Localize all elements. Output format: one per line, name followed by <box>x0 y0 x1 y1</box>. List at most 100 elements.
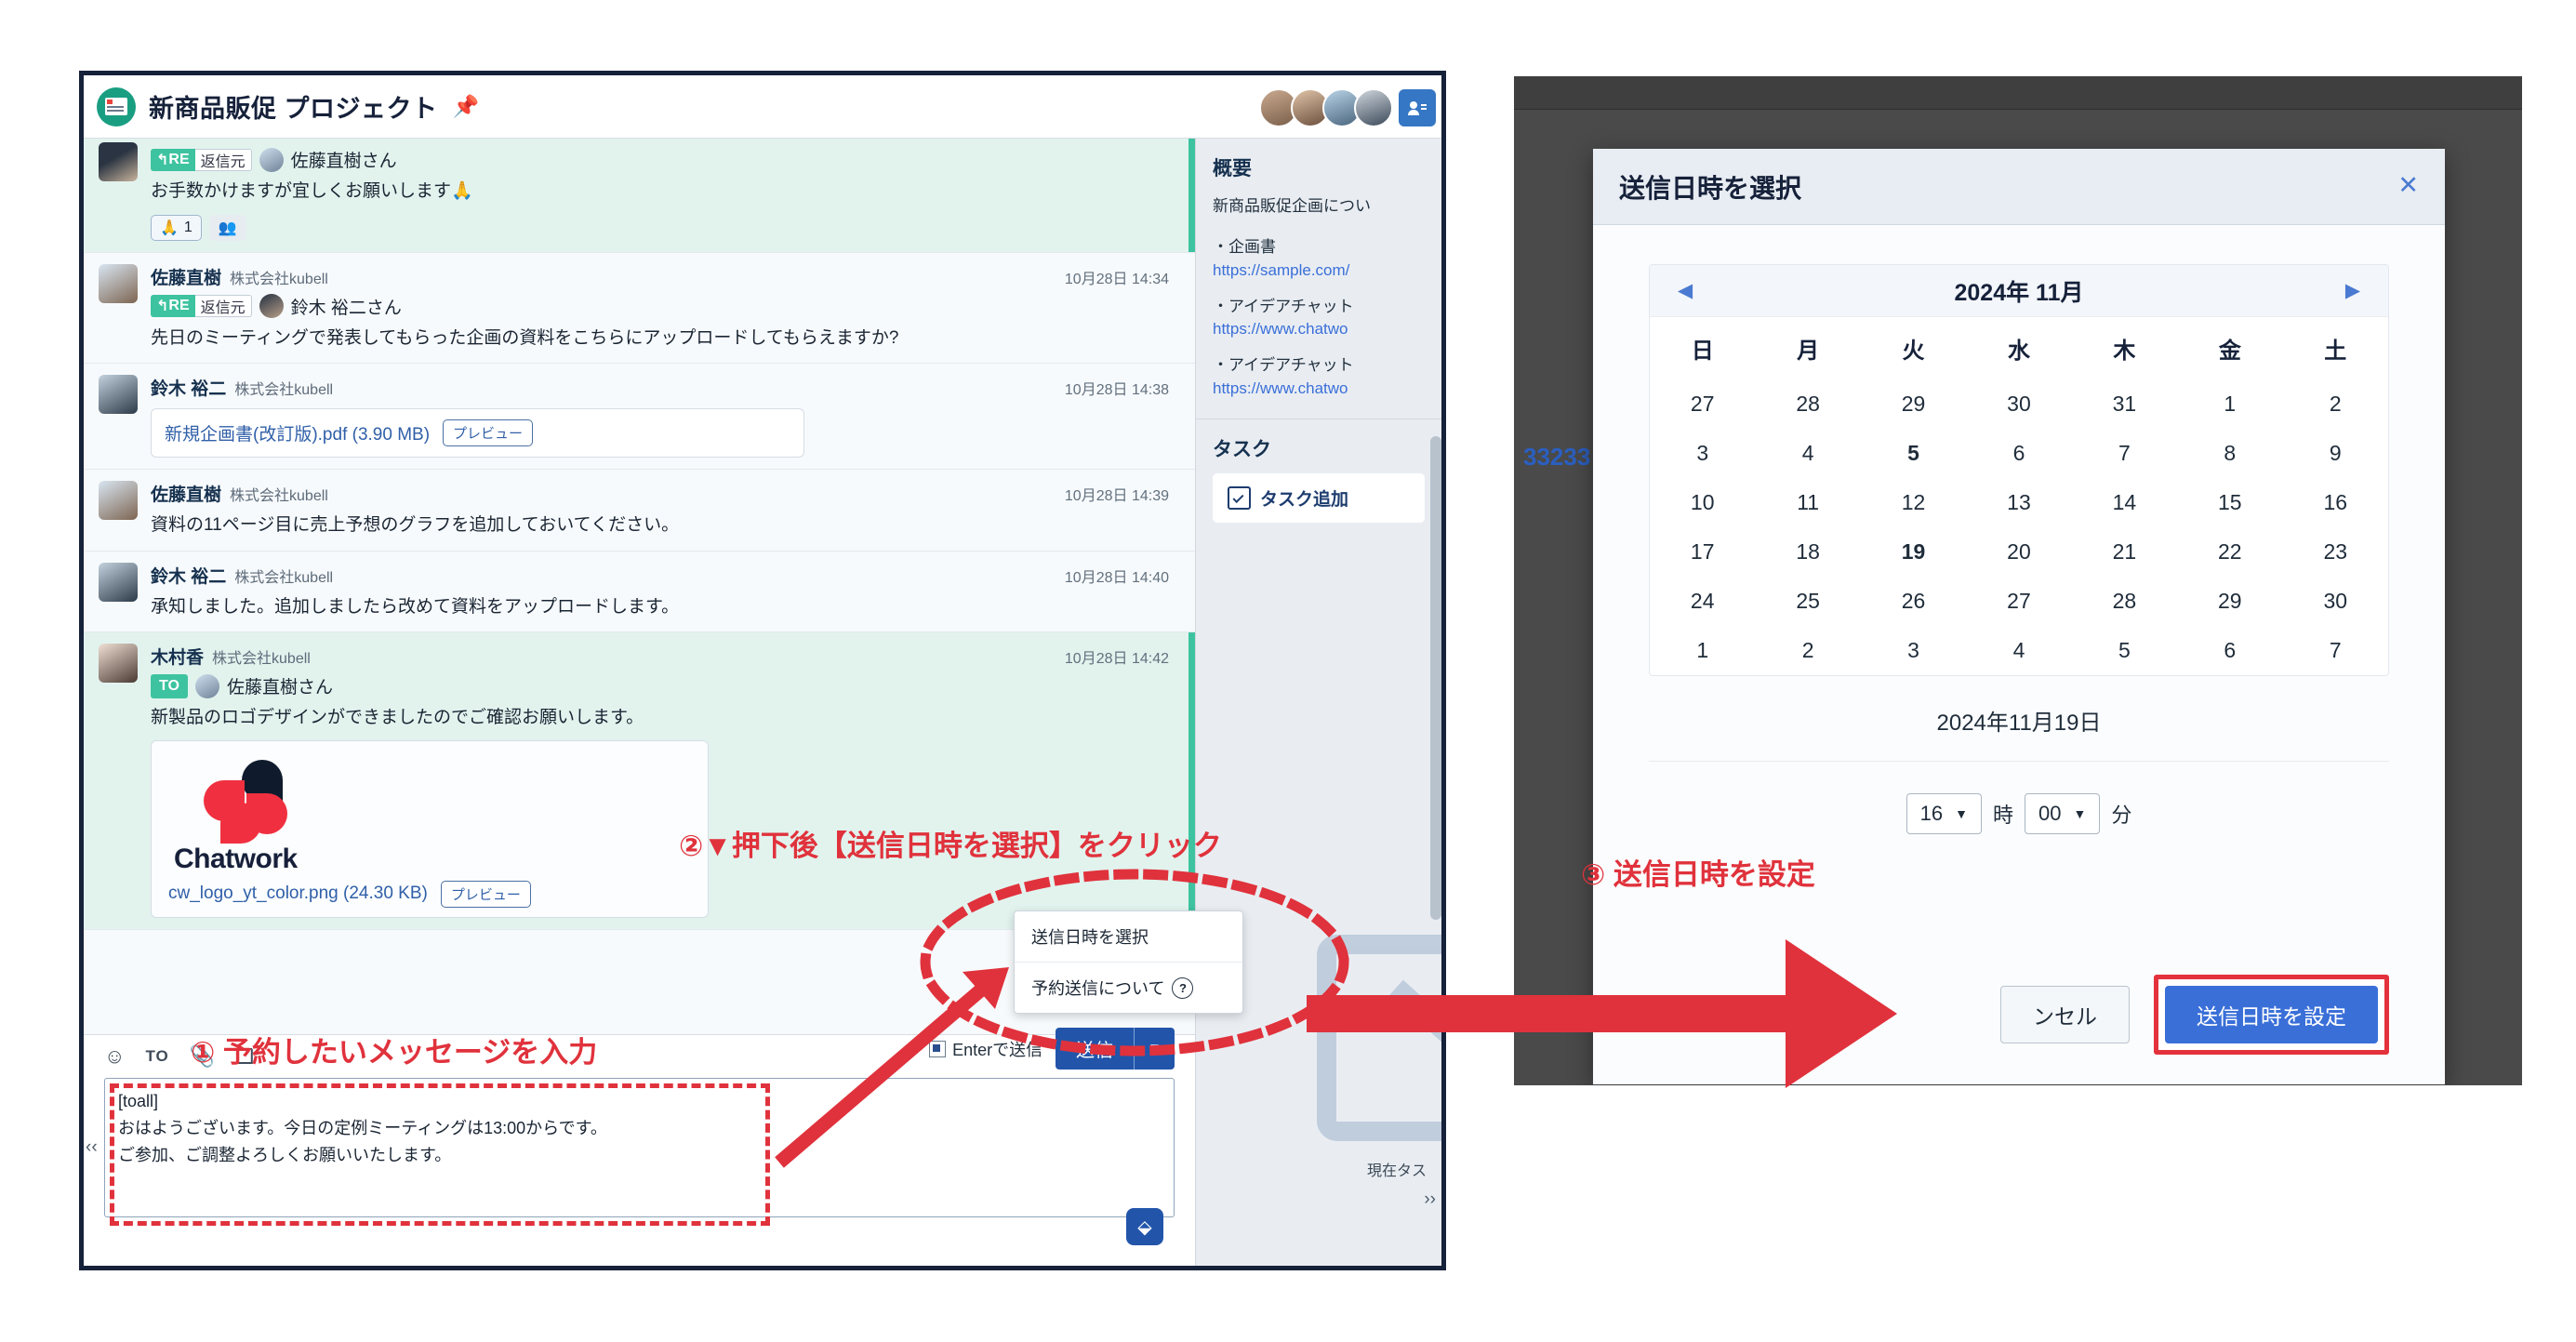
calendar-day[interactable]: 17 <box>1650 527 1756 577</box>
calendar-day[interactable]: 9 <box>2282 429 2388 478</box>
hour-select[interactable]: 16 ▼ <box>1905 793 1982 834</box>
calendar-day[interactable]: 29 <box>2177 577 2283 626</box>
calendar-day[interactable]: 23 <box>2282 527 2388 577</box>
menu-item-about-scheduled-send[interactable]: 予約送信について ? <box>1015 962 1242 1013</box>
avatar[interactable] <box>99 375 138 414</box>
calendar-day[interactable]: 18 <box>1755 527 1861 577</box>
message-item[interactable]: 鈴木 裕二 株式会社kubell 新規企画書(改訂版).pdf (3.90 MB… <box>84 364 1195 470</box>
calendar-day[interactable]: 30 <box>1966 379 2072 429</box>
calendar-day[interactable]: 27 <box>1966 577 2072 626</box>
calendar-day[interactable]: 27 <box>1650 379 1756 429</box>
calendar-day[interactable]: 10 <box>1650 478 1756 527</box>
message-item[interactable]: 木村香 株式会社kubell TO 佐藤直樹さん 新製品のロゴデザインができまし… <box>84 632 1195 930</box>
minute-value: 00 <box>2038 802 2062 825</box>
enter-to-send-toggle[interactable]: Enterで送信 <box>929 1037 1042 1061</box>
collapse-left-icon[interactable]: ‹‹ <box>86 1137 98 1158</box>
file-name[interactable]: 新規企画書(改訂版).pdf (3.90 MB) <box>165 420 430 445</box>
reaction-chip[interactable]: 🙏 1 <box>151 214 202 241</box>
calendar-day[interactable]: 4 <box>1755 429 1861 478</box>
confirm-button[interactable]: 送信日時を設定 <box>2165 986 2378 1043</box>
message-item[interactable]: 鈴木 裕二 株式会社kubell 承知しました。追加しましたら改めて資料をアップ… <box>84 551 1195 632</box>
message-item[interactable]: 佐藤直樹 株式会社kubell 資料の11ページ目に売上予想のグラフを追加してお… <box>84 470 1195 551</box>
sidebar-scrollbar[interactable] <box>1430 436 1441 920</box>
cancel-button[interactable]: ンセル <box>2000 986 2130 1043</box>
calendar-day[interactable]: 7 <box>2282 626 2388 675</box>
image-attachment-card[interactable]: Chatwork cw_logo_yt_color.png (24.30 KB)… <box>151 739 709 918</box>
calendar-day[interactable]: 20 <box>1966 527 2072 577</box>
calendar-day[interactable]: 5 <box>1860 429 1967 478</box>
calendar-day[interactable]: 24 <box>1650 577 1756 626</box>
ai-assist-button[interactable]: ⬙ <box>1126 1208 1163 1245</box>
close-icon[interactable]: ✕ <box>2397 171 2419 200</box>
overview-link[interactable]: https://www.chatwo <box>1213 320 1425 339</box>
avatar[interactable] <box>99 142 138 181</box>
calendar-day[interactable]: 1 <box>2177 379 2283 429</box>
calendar-day[interactable]: 2 <box>2282 379 2388 429</box>
pin-icon[interactable]: 📌 <box>453 94 480 119</box>
overview-link[interactable]: https://sample.com/ <box>1213 261 1425 280</box>
calendar-grid: 日 月 火 水 木 金 土 27 28 29 30 31 1 2 3 4 5 6… <box>1650 317 2388 675</box>
member-list-button[interactable] <box>1399 89 1436 126</box>
calendar-day[interactable]: 1 <box>1650 626 1756 675</box>
calendar-day[interactable]: 29 <box>1860 379 1967 429</box>
calendar-day[interactable]: 28 <box>2071 577 2178 626</box>
calendar-day[interactable]: 22 <box>2177 527 2283 577</box>
calendar-day[interactable]: 8 <box>2177 429 2283 478</box>
file-attachment[interactable]: 新規企画書(改訂版).pdf (3.90 MB) プレビュー <box>151 408 804 458</box>
chevron-left-icon[interactable]: ◀ <box>1678 279 1693 302</box>
question-mark-icon[interactable]: ? <box>1172 977 1194 999</box>
calendar-day[interactable]: 21 <box>2071 527 2178 577</box>
send-options-dropdown[interactable]: 送信日時を選択 予約送信について ? <box>1014 910 1243 1014</box>
send-button-group[interactable]: 送信 ▼ <box>1056 1028 1175 1070</box>
menu-item-select-send-datetime[interactable]: 送信日時を選択 <box>1015 911 1242 962</box>
avatar[interactable] <box>1354 88 1393 127</box>
calendar-day[interactable]: 12 <box>1860 478 1967 527</box>
preview-button[interactable]: プレビュー <box>443 419 534 446</box>
calendar-day[interactable]: 4 <box>1966 626 2072 675</box>
calendar-day[interactable]: 25 <box>1755 577 1861 626</box>
message-list[interactable]: ↰RE 返信元 佐藤直樹さん お手数かけますが宜しくお願いします🙏 🙏1 👥 <box>84 139 1195 1034</box>
calendar-day[interactable]: 11 <box>1755 478 1861 527</box>
calendar-day[interactable]: 31 <box>2071 379 2178 429</box>
message-timestamp: 10月28日 14:40 <box>1064 569 1169 586</box>
avatar[interactable] <box>99 481 138 520</box>
to-button[interactable]: TO <box>145 1047 168 1066</box>
send-button[interactable]: 送信 <box>1056 1028 1135 1070</box>
calendar[interactable]: ◀ 2024年 11月 ▶ 日 月 火 水 木 金 土 27 28 29 30 … <box>1649 264 2389 676</box>
calendar-day[interactable]: 16 <box>2282 478 2388 527</box>
message-item[interactable]: 佐藤直樹 株式会社kubell ↰ RE 返信元 鈴木 裕二さん 先日のミーティン… <box>84 252 1195 364</box>
calendar-day[interactable]: 3 <box>1650 429 1756 478</box>
calendar-day[interactable]: 26 <box>1860 577 1967 626</box>
add-task-button[interactable]: タスク追加 <box>1213 473 1425 523</box>
calendar-week-row: 24 25 26 27 28 29 30 <box>1650 577 2388 626</box>
calendar-day[interactable]: 30 <box>2282 577 2388 626</box>
calendar-day[interactable]: 5 <box>2071 626 2178 675</box>
emoji-icon[interactable]: ☺ <box>104 1044 125 1069</box>
reaction-count: 1 <box>183 219 193 235</box>
preview-button[interactable]: プレビュー <box>440 880 531 908</box>
message-item[interactable]: ↰ RE 返信元 佐藤直樹さん お手数かけますが宜しくお願いします🙏 🙏 1 👥 <box>84 139 1195 253</box>
expand-right-icon[interactable]: ›› <box>1424 1189 1436 1210</box>
avatar[interactable] <box>99 644 138 683</box>
calendar-day[interactable]: 7 <box>2071 429 2178 478</box>
calendar-day[interactable]: 13 <box>1966 478 2072 527</box>
avatar[interactable] <box>99 562 138 602</box>
calendar-day[interactable]: 6 <box>2177 626 2283 675</box>
calendar-day[interactable]: 14 <box>2071 478 2178 527</box>
calendar-day[interactable]: 6 <box>1966 429 2072 478</box>
checkbox-icon[interactable] <box>929 1040 947 1057</box>
calendar-day-selected[interactable]: 19 <box>1860 527 1967 577</box>
overview-link[interactable]: https://www.chatwo <box>1213 379 1425 398</box>
calendar-day[interactable]: 28 <box>1755 379 1861 429</box>
calendar-day[interactable]: 3 <box>1860 626 1967 675</box>
file-name[interactable]: cw_logo_yt_color.png (24.30 KB) <box>168 884 428 904</box>
chevron-right-icon[interactable]: ▶ <box>2345 279 2360 302</box>
read-status-button[interactable]: 👥 <box>208 214 246 241</box>
room-info-sidebar: 概要 新商品販促企画につい ・企画書 https://sample.com/ ・… <box>1195 139 1441 1266</box>
calendar-nav: ◀ 2024年 11月 ▶ <box>1650 265 2388 317</box>
send-options-chevron-down-icon[interactable]: ▼ <box>1135 1028 1175 1070</box>
calendar-day[interactable]: 15 <box>2177 478 2283 527</box>
calendar-day[interactable]: 2 <box>1755 626 1861 675</box>
minute-select[interactable]: 00 ▼ <box>2025 793 2101 834</box>
avatar[interactable] <box>99 263 138 303</box>
